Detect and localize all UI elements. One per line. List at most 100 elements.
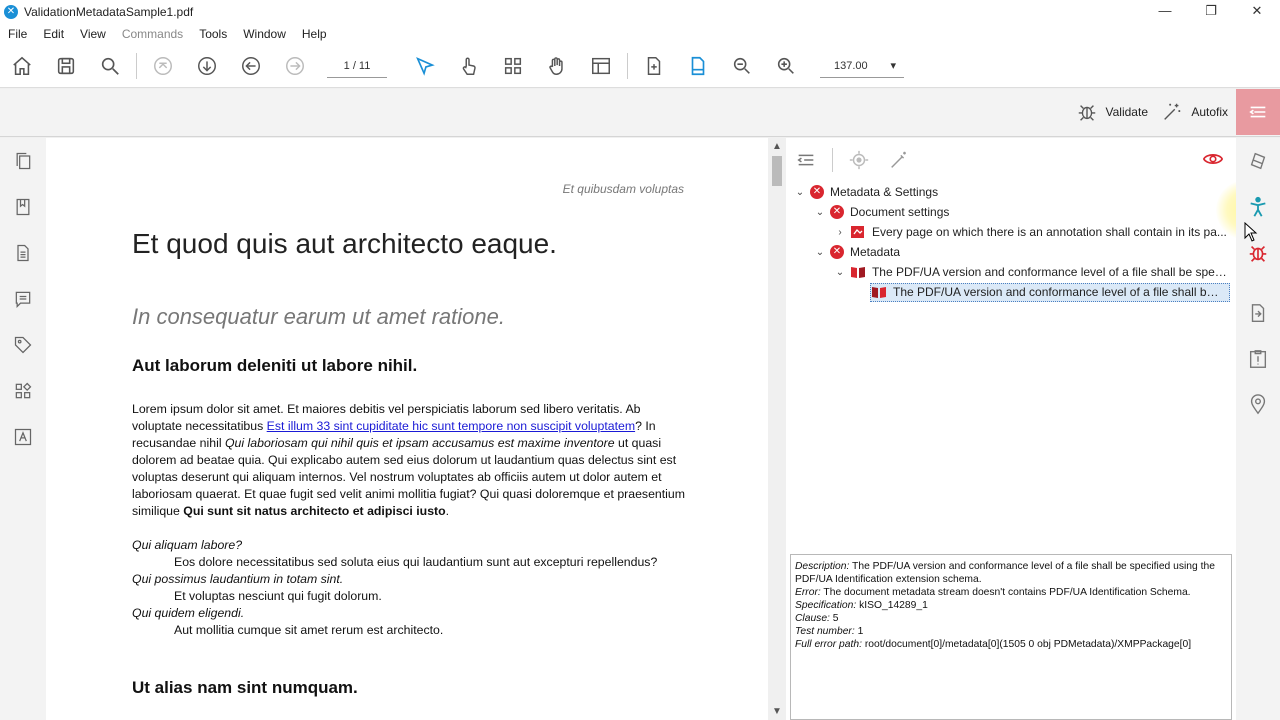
arrow-down-circle-icon bbox=[198, 56, 216, 75]
tree-node-pdfua-instance[interactable]: The PDF/UA version and conformance level… bbox=[786, 282, 1232, 302]
chevron-down-icon[interactable]: ⌄ bbox=[814, 207, 826, 218]
fit-width-button[interactable] bbox=[676, 48, 720, 84]
tree-node-document-settings[interactable]: ⌄ ✕ Document settings bbox=[786, 202, 1232, 222]
tree-node-label: Every page on which there is an annotati… bbox=[872, 225, 1227, 239]
menu-file[interactable]: File bbox=[0, 27, 35, 41]
paragraph-text: . bbox=[445, 504, 450, 518]
title-bar: ✕ ValidationMetadataSample1.pdf — ❐ ✕ bbox=[0, 0, 1280, 24]
zoom-in-button[interactable] bbox=[764, 48, 808, 84]
sidebar-item-fonts[interactable] bbox=[0, 414, 46, 460]
sidebar-item-bookmarks[interactable] bbox=[0, 184, 46, 230]
sidebar-item-document[interactable] bbox=[0, 230, 46, 276]
qa-answer: Eos dolore necessitatibus sed soluta eiu… bbox=[174, 555, 658, 569]
table-tool-button[interactable] bbox=[579, 48, 623, 84]
annotation-error-icon bbox=[851, 226, 864, 238]
panel-toggle-button[interactable] bbox=[1236, 89, 1280, 135]
window-title: ValidationMetadataSample1.pdf bbox=[24, 5, 194, 19]
fit-width-icon bbox=[691, 56, 705, 75]
comment-icon bbox=[15, 291, 31, 309]
menu-commands[interactable]: Commands bbox=[114, 27, 191, 41]
fix-button[interactable] bbox=[879, 140, 919, 180]
tree-node-label: The PDF/UA version and conformance level… bbox=[893, 285, 1225, 299]
chevron-right-icon[interactable]: › bbox=[834, 227, 846, 238]
pointer-hand-icon bbox=[462, 57, 476, 75]
paragraph-link[interactable]: Est illum 33 sint cupiditate hic sunt te… bbox=[267, 419, 635, 433]
zoom-value: 137.00 bbox=[834, 59, 868, 72]
chevron-down-icon[interactable]: ⌄ bbox=[834, 267, 846, 278]
rail-item-report[interactable] bbox=[1236, 336, 1280, 382]
autofix-button[interactable]: Autofix bbox=[1161, 101, 1228, 123]
eye-icon bbox=[1202, 154, 1224, 164]
hand-icon bbox=[549, 56, 563, 75]
qa-question: Qui quidem eligendi. bbox=[132, 606, 245, 620]
home-button[interactable] bbox=[0, 48, 44, 84]
menu-edit[interactable]: Edit bbox=[35, 27, 72, 41]
scrollbar-thumb[interactable] bbox=[772, 156, 782, 186]
sidebar-item-pages[interactable] bbox=[0, 138, 46, 184]
search-button[interactable] bbox=[88, 48, 132, 84]
main-toolbar: 1 / 11 137.00 ▾ bbox=[0, 44, 1280, 88]
close-button[interactable]: ✕ bbox=[1234, 0, 1280, 24]
rail-item-location[interactable] bbox=[1236, 382, 1280, 428]
tree-node-pdfua-rule[interactable]: ⌄ The PDF/UA version and conformance lev… bbox=[786, 262, 1232, 282]
document-page[interactable]: Et quibusdam voluptas Et quod quis aut a… bbox=[46, 138, 768, 720]
selected-tree-item[interactable]: The PDF/UA version and conformance level… bbox=[870, 282, 1230, 302]
restore-button[interactable]: ❐ bbox=[1188, 0, 1234, 24]
accessibility-icon bbox=[1250, 196, 1266, 217]
rail-item-accessibility[interactable] bbox=[1236, 184, 1280, 230]
rail-item-validation[interactable] bbox=[1236, 230, 1280, 276]
scroll-up-arrow-icon[interactable]: ▲ bbox=[772, 141, 782, 152]
document-icon bbox=[17, 244, 29, 262]
arrow-right-circle-icon bbox=[286, 56, 304, 75]
grid-tool-button[interactable] bbox=[491, 48, 535, 84]
right-rail bbox=[1236, 138, 1280, 720]
tree-node-root[interactable]: ⌄ ✕ Metadata & Settings bbox=[786, 182, 1232, 202]
zoom-out-icon bbox=[733, 57, 750, 74]
detail-error: Error: The document metadata stream does… bbox=[795, 587, 1191, 598]
qa-answer: Aut mollitia cumque sit amet rerum est a… bbox=[174, 623, 444, 637]
select-tool-button[interactable] bbox=[403, 48, 447, 84]
chevron-down-icon[interactable]: ⌄ bbox=[814, 247, 826, 258]
menu-window[interactable]: Window bbox=[235, 27, 294, 41]
sidebar-item-comments[interactable] bbox=[0, 276, 46, 322]
menu-tools[interactable]: Tools bbox=[191, 27, 235, 41]
magic-wand-icon bbox=[1164, 103, 1181, 120]
validate-button[interactable]: Validate bbox=[1076, 101, 1148, 123]
error-icon: ✕ bbox=[830, 245, 844, 259]
scroll-down-arrow-icon[interactable]: ▼ bbox=[772, 706, 782, 717]
page-indicator[interactable]: 1 / 11 bbox=[327, 54, 387, 78]
menu-help[interactable]: Help bbox=[294, 27, 335, 41]
forward-button[interactable] bbox=[273, 48, 317, 84]
zoom-select[interactable]: 137.00 ▾ bbox=[820, 54, 904, 78]
fit-page-button[interactable] bbox=[632, 48, 676, 84]
touch-tool-button[interactable] bbox=[447, 48, 491, 84]
tree-node-metadata[interactable]: ⌄ ✕ Metadata bbox=[786, 242, 1232, 262]
first-page-icon bbox=[154, 56, 172, 75]
minimize-button[interactable]: — bbox=[1142, 0, 1188, 24]
pan-tool-button[interactable] bbox=[535, 48, 579, 84]
export-icon bbox=[1251, 304, 1265, 322]
sidebar-item-tags[interactable] bbox=[0, 322, 46, 368]
collapse-all-button[interactable] bbox=[786, 140, 826, 180]
detail-specification: Specification: kISO_14289_1 bbox=[795, 600, 928, 611]
menu-view[interactable]: View bbox=[72, 27, 114, 41]
back-button[interactable] bbox=[229, 48, 273, 84]
detail-test-number: Test number: 1 bbox=[795, 626, 864, 637]
rail-item-export[interactable] bbox=[1236, 290, 1280, 336]
save-button[interactable] bbox=[44, 48, 88, 84]
bug-icon bbox=[1078, 105, 1095, 121]
zoom-out-button[interactable] bbox=[720, 48, 764, 84]
tree-node-annotation-rule[interactable]: › Every page on which there is an annota… bbox=[786, 222, 1232, 242]
first-page-button[interactable] bbox=[141, 48, 185, 84]
document-scrollbar[interactable]: ▲ ▼ bbox=[768, 138, 786, 720]
next-page-button[interactable] bbox=[185, 48, 229, 84]
show-issues-button[interactable] bbox=[1202, 148, 1224, 175]
target-icon bbox=[849, 150, 869, 170]
locate-button[interactable] bbox=[839, 140, 879, 180]
fit-page-icon bbox=[647, 56, 661, 75]
chevron-down-icon[interactable]: ⌄ bbox=[794, 187, 806, 198]
rail-item-eraser[interactable] bbox=[1236, 138, 1280, 184]
chevron-down-icon: ▾ bbox=[890, 59, 896, 72]
sidebar-item-content[interactable] bbox=[0, 368, 46, 414]
font-icon bbox=[14, 428, 32, 446]
